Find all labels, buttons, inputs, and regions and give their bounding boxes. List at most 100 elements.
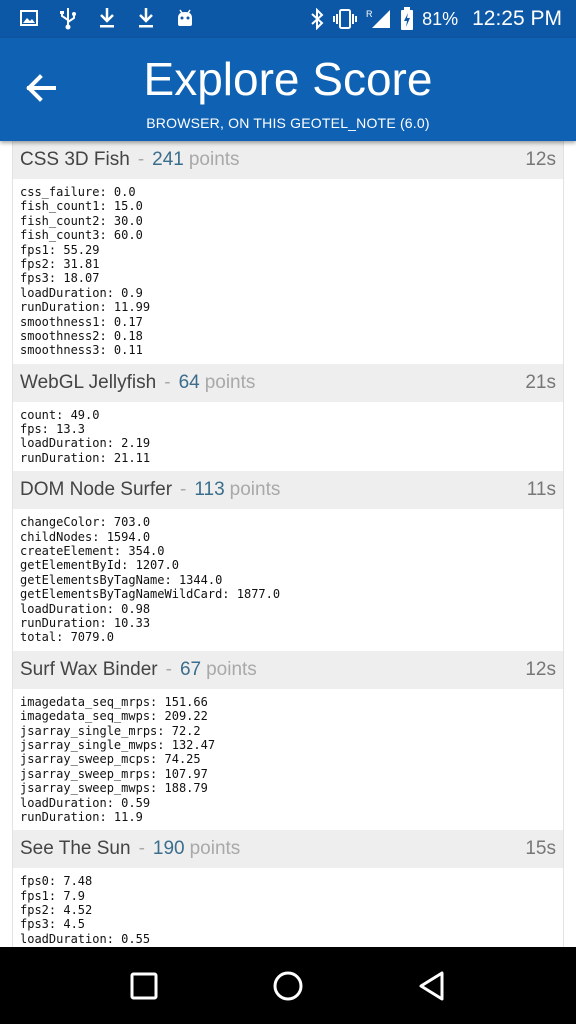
metric-line: childNodes: 1594.0 [20,529,151,544]
benchmark-name: See The Sun [20,838,131,860]
metric-line: fps3: 4.5 [20,917,86,932]
metric-line: fps2: 4.52 [20,903,93,918]
benchmark-name: WebGL Jellyfish [20,371,157,393]
svg-text:R: R [366,9,373,19]
metric-line: fish_count3: 60.0 [20,228,143,243]
metrics-list: css_failure: 0.0 fish_count1: 15.0 fish_… [13,179,563,364]
benchmark-name: CSS 3D Fish [20,149,130,170]
page-subtitle: BROWSER, ON THIS GEOTEL_NOTE (6.0) [146,115,430,131]
metric-line: total: 7079.0 [20,630,114,645]
vibrate-icon [332,8,358,30]
metric-line: loadDuration: 0.9 [20,285,143,300]
app-bar: Explore Score BROWSER, ON THIS GEOTEL_NO… [0,38,576,141]
metrics-list: changeColor: 703.0 childNodes: 1594.0 cr… [13,509,563,651]
metric-line: runDuration: 11.99 [20,300,151,315]
android-icon [174,6,196,30]
metrics-list: imagedata_seq_mrps: 151.66 imagedata_seq… [13,689,563,831]
battery-percent: 81% [422,8,459,29]
benchmark-score: 190 [152,838,185,860]
metric-line: css_failure: 0.0 [20,185,136,199]
benchmark-score: 67 [179,658,202,680]
metric-line: loadDuration: 0.55 [20,931,151,946]
benchmark-name: Surf Wax Binder [20,658,158,680]
benchmark-card: Surf Wax Binder -67 points 12s imagedata_s… [13,650,563,831]
metric-line: getElementsByTagName: 1344.0 [20,572,223,587]
benchmark-duration: 12s [525,658,556,680]
benchmark-header: DOM Node Surfer -113 points 11s [13,471,563,510]
benchmark-list[interactable]: CSS 3D Fish -241 points 12s css_failure: 0… [12,141,564,947]
benchmark-header: Surf Wax Binder -67 points 12s [13,650,563,689]
metric-line: jsarray_single_mwps: 132.47 [20,737,216,752]
metric-line: fps: 13.3 [20,422,86,437]
status-bar: R 81% 12:25 PM [0,0,576,38]
metric-line: fish_count1: 15.0 [20,199,143,214]
benchmark-duration: 15s [525,838,556,860]
separator: - [164,371,171,393]
metric-line: loadDuration: 0.59 [20,795,151,810]
metric-line: fps0: 7.48 [20,874,93,889]
metric-line: runDuration: 11.9 [20,809,143,824]
benchmark-card: DOM Node Surfer -113 points 11s changeColo… [13,471,563,651]
metric-line: imagedata_seq_mrps: 151.66 [20,694,208,709]
metric-line: runDuration: 21.11 [20,450,151,465]
signal-icon: R [366,8,392,30]
download-icon [96,6,118,30]
benchmark-name: DOM Node Surfer [20,479,173,501]
bluetooth-icon [310,8,324,30]
metric-line: fps2: 31.81 [20,256,100,271]
metric-line: jsarray_sweep_mrps: 107.97 [20,766,208,781]
metric-line: changeColor: 703.0 [20,515,151,530]
metric-line: loadDuration: 2.19 [20,436,151,451]
metric-line: runDuration: 10.33 [20,615,151,630]
battery-charging-icon [400,7,414,31]
metric-line: smoothness1: 0.17 [20,314,143,329]
separator: - [137,149,145,170]
metric-line: createElement: 354.0 [20,544,165,559]
benchmark-header: WebGL Jellyfish -64 points 21s [13,363,563,402]
metric-line: jsarray_sweep_mcps: 74.25 [20,752,201,767]
points-label: points [206,658,257,680]
metric-line: smoothness2: 0.18 [20,328,143,343]
points-label: points [229,479,281,501]
benchmark-score: 241 [152,149,184,170]
metric-line: getElementsByTagNameWildCard: 1877.0 [20,587,281,602]
metric-line: fps1: 7.9 [20,888,86,903]
benchmark-duration: 11s [526,479,556,501]
metric-line: smoothness3: 0.11 [20,343,143,358]
separator: - [180,479,187,501]
metric-line: count: 49.0 [20,407,100,422]
usb-icon [57,6,79,30]
benchmark-card: CSS 3D Fish -241 points 12s css_failure: 0… [13,141,563,364]
download-icon [135,6,157,30]
benchmark-header: See The Sun -190 points 15s [13,830,563,869]
page-title: Explore Score [143,53,433,105]
navigation-bar [0,947,576,1024]
metric-line: jsarray_sweep_mwps: 188.79 [20,781,208,796]
recents-icon[interactable] [124,966,164,1006]
points-label: points [204,371,256,393]
benchmark-score: 64 [178,371,200,393]
metric-line: imagedata_seq_mwps: 209.22 [20,709,208,724]
clock: 12:25 PM [472,7,562,30]
metric-line: getElementById: 1207.0 [20,558,179,573]
separator: - [138,838,145,860]
metrics-list: count: 49.0 fps: 13.3 loadDuration: 2.19… [13,402,563,472]
metric-line: loadDuration: 0.98 [20,601,151,616]
points-label: points [189,838,241,860]
benchmark-duration: 12s [525,149,556,170]
metric-line: fish_count2: 30.0 [20,213,143,228]
benchmark-score: 113 [194,479,225,501]
benchmark-card: See The Sun -190 points 15s fps0: 7.48 fps… [13,830,563,947]
separator: - [165,658,172,680]
points-label: points [188,149,240,170]
home-icon[interactable] [268,966,308,1006]
back-icon[interactable] [412,966,452,1006]
metric-line: jsarray_single_mrps: 72.2 [20,723,201,738]
benchmark-header: CSS 3D Fish -241 points 12s [13,141,563,179]
benchmark-duration: 21s [525,371,556,393]
image-icon [18,6,40,30]
metric-line: fps1: 55.29 [20,242,100,257]
benchmark-card: WebGL Jellyfish -64 points 21s count: 49.0… [13,363,563,472]
metric-line: fps3: 18.07 [20,271,100,286]
metrics-list: fps0: 7.48 fps1: 7.9 fps2: 4.52 fps3: 4.… [13,868,563,947]
